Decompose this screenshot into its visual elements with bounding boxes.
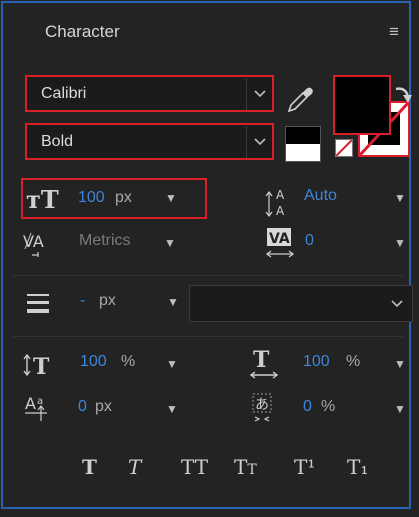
svg-text:A: A xyxy=(276,204,285,218)
font-style-value: Bold xyxy=(41,133,74,150)
vertical-scale-value[interactable]: 100 xyxy=(80,353,107,371)
tsume-dropdown-icon[interactable]: ▼ xyxy=(394,402,406,416)
tracking-dropdown-icon[interactable]: ▼ xyxy=(394,236,406,250)
tsume-unit: % xyxy=(321,398,336,415)
svg-text:VA: VA xyxy=(269,231,290,247)
no-color-swatch[interactable] xyxy=(335,139,353,157)
font-size-icon: ᴛT xyxy=(26,185,59,214)
font-family-dropdown[interactable]: Calibri xyxy=(25,75,274,112)
stroke-style-dropdown[interactable] xyxy=(189,285,413,322)
kerning-value[interactable]: Metrics xyxy=(79,232,131,250)
baseline-shift-unit: px xyxy=(95,398,112,415)
font-size-dropdown-icon[interactable]: ▼ xyxy=(165,191,177,205)
font-family-chevron-icon[interactable] xyxy=(246,78,272,110)
character-panel: Character ≡ Calibri Bold ᴛT 100 px ▼ A A… xyxy=(1,1,414,509)
tracking-icon: VA xyxy=(265,225,295,261)
svg-text:a: a xyxy=(37,396,43,407)
svg-text:VA: VA xyxy=(23,232,44,251)
vertical-scale-icon: T xyxy=(23,352,63,380)
tsume-icon: あ xyxy=(249,391,279,425)
vertical-scale-unit: % xyxy=(121,353,136,370)
subscript-button[interactable]: T₁ xyxy=(347,455,368,479)
default-colors-icon[interactable] xyxy=(285,126,321,162)
leading-icon: A A xyxy=(264,185,294,221)
horizontal-scale-icon: T xyxy=(247,345,281,381)
swap-colors-icon[interactable] xyxy=(392,83,414,107)
horizontal-scale-unit: % xyxy=(346,353,361,370)
svg-text:T: T xyxy=(253,347,270,373)
font-style-chevron-icon[interactable] xyxy=(246,126,272,158)
font-size-unit: px xyxy=(115,189,132,206)
font-style-dropdown[interactable]: Bold xyxy=(25,123,274,160)
divider xyxy=(13,275,403,276)
stroke-width-icon xyxy=(25,291,53,315)
divider xyxy=(13,336,403,337)
baseline-shift-icon: A a xyxy=(25,393,61,423)
stroke-width-unit: px xyxy=(99,292,116,309)
kerning-icon: VA xyxy=(23,229,53,259)
panel-title: Character xyxy=(45,22,120,41)
horizontal-scale-dropdown-icon[interactable]: ▼ xyxy=(394,357,406,371)
faux-italic-button[interactable]: T xyxy=(128,455,141,479)
leading-value[interactable]: Auto xyxy=(304,187,337,205)
font-size-control[interactable]: ᴛT 100 px ▼ xyxy=(21,178,207,219)
font-size-value[interactable]: 100 xyxy=(78,189,105,207)
small-caps-button[interactable]: Tt xyxy=(234,455,257,479)
font-family-value: Calibri xyxy=(41,85,87,102)
svg-text:あ: あ xyxy=(255,397,269,413)
leading-dropdown-icon[interactable]: ▼ xyxy=(394,191,406,205)
superscript-button[interactable]: T¹ xyxy=(294,455,315,479)
stroke-width-dropdown-icon[interactable]: ▼ xyxy=(167,295,179,309)
stroke-width-value[interactable]: - xyxy=(80,292,85,310)
panel-menu-icon[interactable]: ≡ xyxy=(389,22,399,42)
eyedropper-icon[interactable] xyxy=(285,83,315,115)
fill-color-swatch[interactable] xyxy=(333,75,391,135)
tracking-value[interactable]: 0 xyxy=(305,232,314,250)
baseline-shift-dropdown-icon[interactable]: ▼ xyxy=(166,402,178,416)
vertical-scale-dropdown-icon[interactable]: ▼ xyxy=(166,357,178,371)
faux-bold-button[interactable]: T xyxy=(82,455,97,479)
all-caps-button[interactable]: TT xyxy=(181,455,208,479)
horizontal-scale-value[interactable]: 100 xyxy=(303,353,330,371)
svg-text:A: A xyxy=(25,394,36,413)
svg-text:T: T xyxy=(33,354,50,380)
baseline-shift-value[interactable]: 0 xyxy=(78,398,87,416)
tsume-value[interactable]: 0 xyxy=(303,398,312,416)
svg-text:A: A xyxy=(276,188,285,202)
kerning-dropdown-icon[interactable]: ▼ xyxy=(164,236,176,250)
